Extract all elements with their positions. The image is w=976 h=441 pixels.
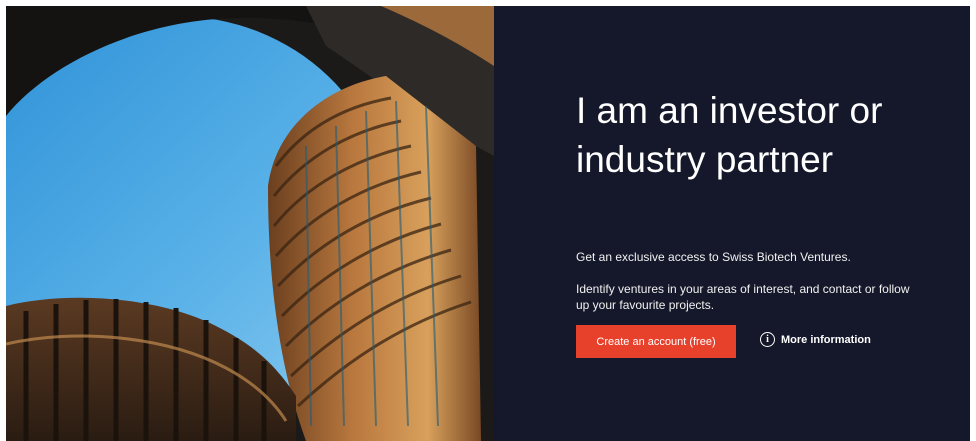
description-text: Identify ventures in your areas of inter… xyxy=(576,282,910,312)
info-icon: i xyxy=(760,332,775,347)
more-information-label: More information xyxy=(781,333,871,346)
more-information-link[interactable]: i More information xyxy=(760,332,871,347)
building-photo xyxy=(6,6,494,441)
intro-text: Get an exclusive access to Swiss Biotech… xyxy=(576,250,851,264)
page-title: I am an investor or industry partner xyxy=(576,90,883,180)
hero-section: I am an investor or industry partner Get… xyxy=(0,0,976,441)
create-account-button[interactable]: Create an account (free) xyxy=(576,325,736,358)
investor-panel: I am an investor or industry partner Get… xyxy=(494,6,970,441)
